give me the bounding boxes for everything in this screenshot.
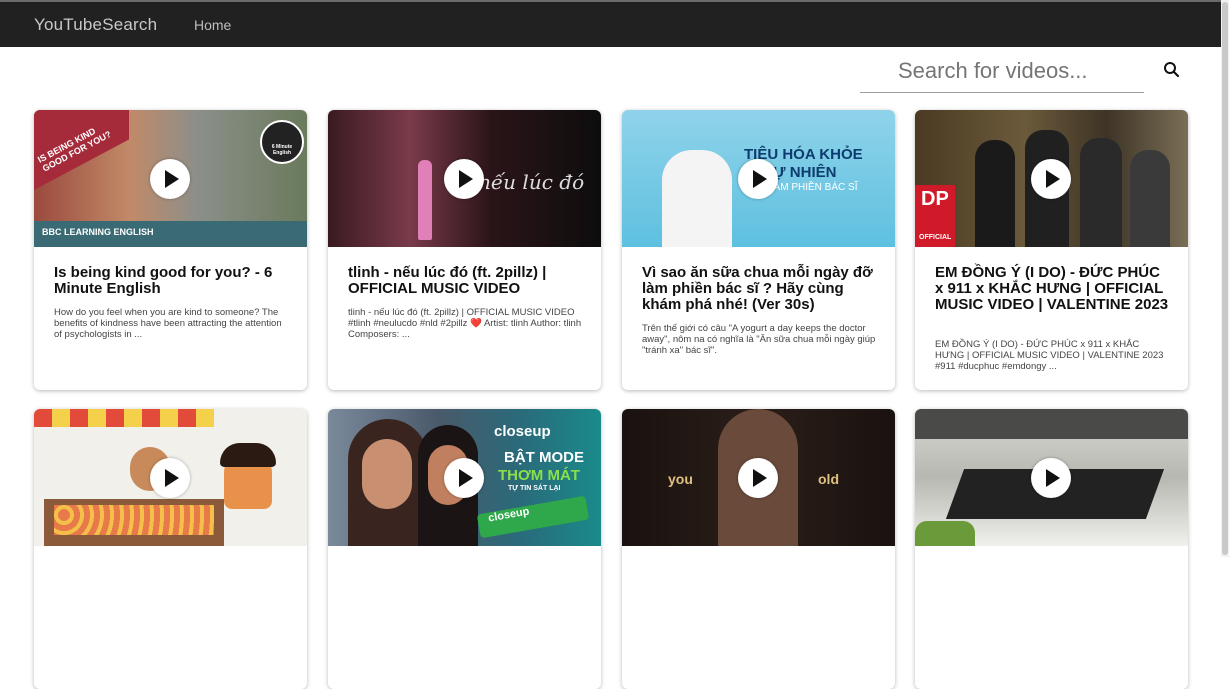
video-title[interactable]: Is being kind good for you? - 6 Minute E…: [54, 265, 290, 297]
thumbnail-caption: BBC LEARNING ENGLISH: [42, 227, 154, 237]
play-button[interactable]: [444, 458, 484, 498]
video-card[interactable]: TIÊU HÓA KHỎE TỰ NHIÊN LÀM PHIỀN BÁC SĨ …: [622, 110, 895, 390]
thumbnail-caption: closeup: [494, 423, 551, 440]
play-button[interactable]: [1031, 159, 1071, 199]
video-description: Trên thế giới có câu "A yogurt a day kee…: [642, 323, 876, 356]
video-card[interactable]: you old: [622, 409, 895, 689]
thumbnail-caption: DP: [921, 188, 949, 210]
video-thumbnail[interactable]: [915, 409, 1188, 546]
play-button[interactable]: [444, 159, 484, 199]
brand-logo[interactable]: YouTubeSearch: [34, 15, 157, 35]
video-description: How do you feel when you are kind to som…: [54, 307, 282, 340]
video-card[interactable]: closeup BẬT MODE THƠM MÁT TỰ TIN SÁT LẠI…: [328, 409, 601, 689]
thumbnail-caption: TỰ TIN SÁT LẠI: [508, 485, 561, 492]
video-thumbnail[interactable]: DP OFFICIAL: [915, 110, 1188, 247]
play-button[interactable]: [150, 159, 190, 199]
video-description: EM ĐỒNG Ý (I DO) - ĐỨC PHÚC x 911 x KHẮC…: [935, 339, 1164, 372]
thumbnail-caption: nếu lúc đó: [478, 170, 585, 194]
video-card[interactable]: [915, 409, 1188, 689]
video-thumbnail[interactable]: nếu lúc đó: [328, 110, 601, 247]
video-thumbnail[interactable]: you old: [622, 409, 895, 546]
scrollbar-thumb[interactable]: [1222, 2, 1228, 555]
thumbnail-caption: THƠM MÁT: [498, 467, 580, 484]
video-title[interactable]: tlinh - nếu lúc đó (ft. 2pillz) | OFFICI…: [348, 265, 584, 297]
thumbnail-caption: old: [818, 471, 839, 487]
play-button[interactable]: [1031, 458, 1071, 498]
nav-home-link[interactable]: Home: [194, 17, 231, 33]
video-card[interactable]: IS BEING KIND GOOD FOR YOU? BBC LEARNING…: [34, 110, 307, 390]
search-field: [860, 50, 1144, 93]
video-title[interactable]: EM ĐỒNG Ý (I DO) - ĐỨC PHÚC x 911 x KHẮC…: [935, 265, 1171, 313]
video-card[interactable]: DP OFFICIAL EM ĐỒNG Ý (I DO) - ĐỨC PHÚC …: [915, 110, 1188, 390]
play-button[interactable]: [150, 458, 190, 498]
video-thumbnail[interactable]: closeup BẬT MODE THƠM MÁT TỰ TIN SÁT LẠI…: [328, 409, 601, 546]
video-thumbnail[interactable]: TIÊU HÓA KHỎE TỰ NHIÊN LÀM PHIỀN BÁC SĨ: [622, 110, 895, 247]
navbar: YouTubeSearch Home: [0, 0, 1221, 47]
play-button[interactable]: [738, 458, 778, 498]
video-card[interactable]: nếu lúc đó tlinh - nếu lúc đó (ft. 2pill…: [328, 110, 601, 390]
thumbnail-caption: BẬT MODE: [504, 449, 584, 466]
thumbnail-caption: LÀM PHIỀN BÁC SĨ: [768, 182, 858, 193]
thumbnail-caption: OFFICIAL: [919, 234, 952, 241]
play-button[interactable]: [738, 159, 778, 199]
video-thumbnail[interactable]: [34, 409, 307, 546]
search-input[interactable]: [860, 50, 1144, 91]
thumbnail-caption: you: [668, 471, 693, 487]
video-title[interactable]: Vì sao ăn sữa chua mỗi ngày đỡ làm phiền…: [642, 265, 878, 313]
thumbnail-caption: 6 Minute English: [271, 144, 293, 156]
video-card[interactable]: [34, 409, 307, 689]
search-icon: [1164, 62, 1180, 78]
search-button[interactable]: [1160, 58, 1184, 82]
video-description: tlinh - nếu lúc đó (ft. 2pillz) | OFFICI…: [348, 307, 582, 340]
video-thumbnail[interactable]: IS BEING KIND GOOD FOR YOU? BBC LEARNING…: [34, 110, 307, 247]
